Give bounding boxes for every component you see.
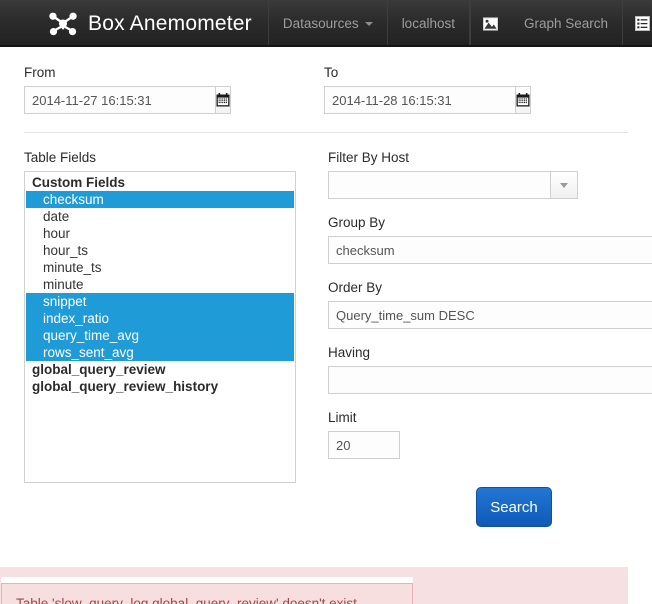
calendar-icon (516, 93, 530, 107)
nav-list-button[interactable] (622, 0, 652, 47)
to-calendar-button[interactable] (515, 86, 531, 114)
nav-localhost[interactable]: localhost (388, 0, 470, 47)
from-date-input[interactable] (24, 86, 215, 114)
from-input-group (24, 86, 231, 114)
filter-by-host-combo (328, 171, 578, 199)
query-builder-row: Table Fields Custom Fields checksum date ho… (24, 133, 652, 527)
nav-datasources-label: Datasources (282, 16, 359, 31)
error-alert-message: Table 'slow_query_log.global_query_revie… (16, 596, 357, 604)
to-field-group: To (324, 65, 624, 114)
table-fields-label: Table Fields (24, 150, 97, 165)
to-label: To (324, 65, 339, 80)
brand-link[interactable]: Box Anemometer (0, 0, 269, 47)
nav-picture-button[interactable] (469, 0, 510, 47)
order-by-label: Order By (328, 280, 383, 295)
listbox-group-label: global_query_review_history (32, 379, 219, 394)
network-nodes-icon (49, 12, 77, 35)
group-by-label: Group By (328, 215, 386, 230)
error-alert: Table 'slow_query_log.global_query_revie… (1, 583, 413, 604)
order-by-group: Order By (328, 280, 652, 329)
limit-group: Limit (328, 410, 652, 459)
page-body: From 2014-11-27 16:15:31 To 2014-11-28 1… (0, 47, 652, 604)
nav-localhost-label: localhost (401, 16, 455, 31)
listbox-option[interactable]: date (26, 208, 294, 225)
limit-label: Limit (328, 410, 357, 425)
having-label: Having (328, 345, 371, 360)
nav-graph-search-label: Graph Search (523, 16, 609, 31)
group-by-input[interactable] (328, 236, 652, 264)
listbox-option[interactable]: hour (26, 225, 294, 242)
nav-datasources[interactable]: Datasources (269, 0, 388, 47)
order-by-input[interactable] (328, 301, 652, 329)
listbox-option[interactable]: snippet (26, 293, 294, 310)
navbar: Box Anemometer Datasources localhost Gra… (0, 0, 652, 47)
listbox-group-label: Custom Fields (32, 175, 126, 190)
query-options-column: Filter By Host Group By Order By Having (324, 150, 652, 527)
listbox-option[interactable]: checksum (26, 191, 294, 208)
table-fields-listbox[interactable]: Custom Fields checksum date hour hour_ts minu… (24, 171, 296, 483)
to-date-input[interactable] (324, 86, 515, 114)
filter-by-host-input[interactable] (328, 171, 550, 199)
having-input[interactable] (328, 366, 652, 394)
filter-by-host-group: Filter By Host (328, 150, 652, 199)
to-input-group (324, 86, 531, 114)
picture-icon (482, 16, 498, 31)
listbox-option[interactable]: query_time_avg (26, 327, 294, 344)
listbox-option[interactable]: index_ratio (26, 310, 294, 327)
list-alt-icon (635, 16, 651, 31)
filter-by-host-dropdown-button[interactable] (550, 171, 578, 199)
listbox-option[interactable]: minute_ts (26, 259, 294, 276)
table-fields-column: Table Fields Custom Fields checksum date ho… (24, 150, 324, 527)
listbox-option[interactable]: rows_sent_avg (26, 344, 294, 361)
from-field-group: From (24, 65, 324, 114)
chevron-down-icon (560, 182, 568, 188)
date-range-row: From 2014-11-27 16:15:31 To 2014-11-28 1… (24, 47, 628, 114)
group-by-group: Group By (328, 215, 652, 264)
calendar-icon (216, 93, 230, 107)
listbox-group-label: global_query_review (32, 362, 166, 377)
listbox-option[interactable]: hour_ts (26, 242, 294, 259)
search-button[interactable]: Search (476, 487, 552, 527)
limit-input[interactable] (328, 431, 400, 459)
filter-by-host-label: Filter By Host (328, 150, 410, 165)
from-label: From (24, 65, 56, 80)
brand-title: Box Anemometer (88, 11, 252, 35)
from-calendar-button[interactable] (215, 86, 231, 114)
alert-band: Table 'slow_query_log.global_query_revie… (0, 567, 628, 604)
caret-down-icon (364, 21, 373, 26)
nav-graph-search[interactable]: Graph Search (510, 0, 622, 47)
listbox-option[interactable]: minute (26, 276, 294, 293)
having-group: Having (328, 345, 652, 394)
